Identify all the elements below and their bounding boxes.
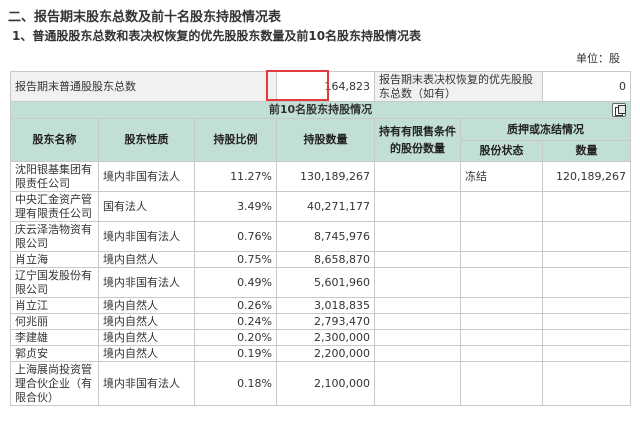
holding-ratio: 11.27% xyxy=(193,161,278,192)
top10-title: 前10名股东持股情况 xyxy=(268,103,373,116)
pledge-qty xyxy=(542,221,632,252)
table-row: 肖立江 境内自然人 0.26% 3,018,835 xyxy=(10,297,632,314)
shareholder-nature: 境内自然人 xyxy=(98,313,195,330)
shareholder-table: 报告期末普通股股东总数 164,823 报告期末表决权恢复的优先股股东总数（如有… xyxy=(9,71,632,406)
restricted-qty xyxy=(374,361,462,406)
restricted-qty xyxy=(374,297,462,314)
col-header-ratio: 持股比例 xyxy=(193,118,278,162)
holding-qty: 8,745,976 xyxy=(276,221,376,252)
pledge-qty xyxy=(542,267,632,298)
holding-ratio: 0.49% xyxy=(193,267,278,298)
pledge-qty xyxy=(542,361,632,406)
pledge-status xyxy=(460,297,544,314)
shareholder-nature: 境内非国有法人 xyxy=(98,221,195,252)
table-row: 辽宁国发股份有限公司 境内非国有法人 0.49% 5,601,960 xyxy=(10,267,632,298)
unit-label: 单位：股 xyxy=(576,52,620,65)
shareholder-name: 辽宁国发股份有限公司 xyxy=(10,267,99,298)
table-row: 中央汇金资产管理有限责任公司 国有法人 3.49% 40,271,177 xyxy=(10,191,632,222)
table-row: 肖立海 境内自然人 0.75% 8,658,870 xyxy=(10,251,632,268)
col-header-qty: 持股数量 xyxy=(276,118,376,162)
holding-ratio: 0.26% xyxy=(193,297,278,314)
restricted-qty xyxy=(374,313,462,330)
pledge-qty xyxy=(542,251,632,268)
preferred-holders-value: 0 xyxy=(542,71,632,102)
holding-qty: 2,300,000 xyxy=(276,329,376,346)
col-header-pledge-qty: 数量 xyxy=(542,140,632,162)
pledge-qty xyxy=(542,313,632,330)
holding-ratio: 3.49% xyxy=(193,191,278,222)
col-header-pledge: 质押或冻结情况 xyxy=(460,118,632,141)
holding-qty: 40,271,177 xyxy=(276,191,376,222)
pledge-status xyxy=(460,251,544,268)
pledge-status xyxy=(460,267,544,298)
pledge-status xyxy=(460,221,544,252)
pledge-status xyxy=(460,329,544,346)
col-header-restricted: 持有有限售条件的股份数量 xyxy=(374,118,462,162)
restricted-qty xyxy=(374,329,462,346)
holding-qty: 8,658,870 xyxy=(276,251,376,268)
holding-qty: 130,189,267 xyxy=(276,161,376,192)
pledge-qty xyxy=(542,191,632,222)
restricted-qty xyxy=(374,191,462,222)
holding-ratio: 0.18% xyxy=(193,361,278,406)
shareholder-nature: 境内自然人 xyxy=(98,345,195,362)
shareholder-name: 李建雄 xyxy=(10,329,99,346)
col-header-pledge-status: 股份状态 xyxy=(460,140,544,162)
holding-qty: 5,601,960 xyxy=(276,267,376,298)
shareholder-nature: 国有法人 xyxy=(98,191,195,222)
holding-ratio: 0.75% xyxy=(193,251,278,268)
holding-qty: 2,100,000 xyxy=(276,361,376,406)
common-holders-label: 报告期末普通股股东总数 xyxy=(9,71,278,102)
common-holders-value: 164,823 xyxy=(276,71,376,102)
pledge-status: 冻结 xyxy=(460,161,544,192)
shareholder-name: 中央汇金资产管理有限责任公司 xyxy=(10,191,99,222)
restricted-qty xyxy=(374,161,462,192)
table-row: 沈阳银基集团有限责任公司 境内非国有法人 11.27% 130,189,267 … xyxy=(10,161,632,192)
holding-ratio: 0.24% xyxy=(193,313,278,330)
table-row: 上海展尚投资管理合伙企业（有限合伙） 境内非国有法人 0.18% 2,100,0… xyxy=(10,361,632,406)
table-row: 郭贞安 境内自然人 0.19% 2,200,000 xyxy=(10,345,632,362)
restricted-qty xyxy=(374,345,462,362)
table-row: 何兆丽 境内自然人 0.24% 2,793,470 xyxy=(10,313,632,330)
pledge-qty: 120,189,267 xyxy=(542,161,632,192)
shareholder-name: 庆云泽浩物资有限公司 xyxy=(10,221,99,252)
shareholder-nature: 境内非国有法人 xyxy=(98,361,195,406)
pledge-status xyxy=(460,191,544,222)
holding-ratio: 0.20% xyxy=(193,329,278,346)
shareholder-name: 肖立江 xyxy=(10,297,99,314)
pledge-status xyxy=(460,361,544,406)
col-header-name: 股东名称 xyxy=(10,118,99,162)
pledge-qty xyxy=(542,345,632,362)
top10-title-bar: 前10名股东持股情况 xyxy=(9,101,632,119)
holding-ratio: 0.19% xyxy=(193,345,278,362)
shareholder-nature: 境内非国有法人 xyxy=(98,267,195,298)
shareholder-name: 肖立海 xyxy=(10,251,99,268)
shareholder-nature: 境内自然人 xyxy=(98,329,195,346)
pledge-status xyxy=(460,345,544,362)
holding-qty: 3,018,835 xyxy=(276,297,376,314)
restricted-qty xyxy=(374,251,462,268)
shareholder-nature: 境内非国有法人 xyxy=(98,161,195,192)
col-header-nature: 股东性质 xyxy=(98,118,195,162)
section-heading: 二、报告期末股东总数及前十名股东持股情况表 xyxy=(8,10,282,25)
shareholder-name: 何兆丽 xyxy=(10,313,99,330)
table-row: 庆云泽浩物资有限公司 境内非国有法人 0.76% 8,745,976 xyxy=(10,221,632,252)
restricted-qty xyxy=(374,267,462,298)
shareholder-name: 郭贞安 xyxy=(10,345,99,362)
pledge-status xyxy=(460,313,544,330)
shareholder-nature: 境内自然人 xyxy=(98,251,195,268)
restricted-qty xyxy=(374,221,462,252)
pledge-qty xyxy=(542,329,632,346)
shareholder-name: 上海展尚投资管理合伙企业（有限合伙） xyxy=(10,361,99,406)
preferred-holders-label: 报告期末表决权恢复的优先股股东总数（如有） xyxy=(374,71,544,102)
holding-qty: 2,793,470 xyxy=(276,313,376,330)
pledge-qty xyxy=(542,297,632,314)
table-subheading: 1、普通股股东总数和表决权恢复的优先股股东数量及前10名股东持股情况表 xyxy=(12,29,422,43)
copy-icon[interactable] xyxy=(612,103,627,117)
shareholder-name: 沈阳银基集团有限责任公司 xyxy=(10,161,99,192)
holding-qty: 2,200,000 xyxy=(276,345,376,362)
holding-ratio: 0.76% xyxy=(193,221,278,252)
table-row: 李建雄 境内自然人 0.20% 2,300,000 xyxy=(10,329,632,346)
shareholder-nature: 境内自然人 xyxy=(98,297,195,314)
